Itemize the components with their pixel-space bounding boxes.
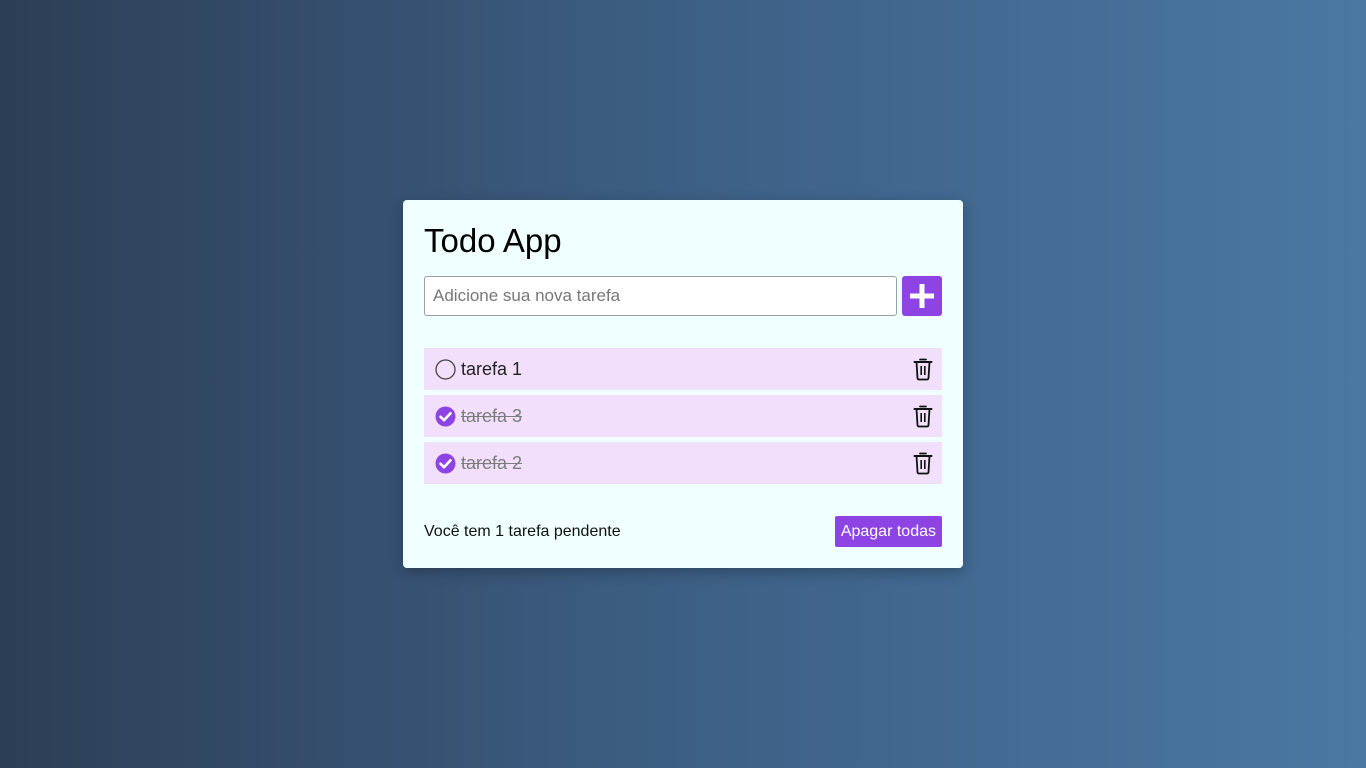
add-task-button[interactable] — [902, 276, 942, 316]
pending-count-text: Você tem 1 tarefa pendente — [424, 522, 621, 540]
plus-icon — [910, 284, 934, 308]
app-title: Todo App — [424, 222, 562, 259]
todo-footer: Você tem 1 tarefa pendente Apagar todas — [424, 516, 942, 547]
task-label: tarefa 3 — [461, 405, 523, 426]
checked-circle-icon[interactable] — [435, 406, 456, 427]
clear-all-button[interactable]: Apagar todas — [834, 516, 942, 547]
task-list: tarefa 1 tarefa 3 tarefa 2 — [424, 348, 942, 484]
task-label: tarefa 2 — [461, 452, 523, 473]
task-item: tarefa 3 — [424, 395, 942, 437]
trash-icon[interactable] — [912, 404, 934, 428]
task-label: tarefa 1 — [461, 358, 523, 379]
new-task-input[interactable] — [424, 276, 897, 316]
trash-icon[interactable] — [912, 451, 934, 475]
new-task-row — [424, 276, 942, 316]
task-item: tarefa 1 — [424, 348, 942, 390]
trash-icon[interactable] — [912, 357, 934, 381]
todo-card: Todo App tarefa 1 — [403, 200, 963, 568]
unchecked-circle-icon[interactable] — [435, 358, 456, 380]
task-item: tarefa 2 — [424, 442, 942, 484]
checked-circle-icon[interactable] — [435, 453, 456, 474]
